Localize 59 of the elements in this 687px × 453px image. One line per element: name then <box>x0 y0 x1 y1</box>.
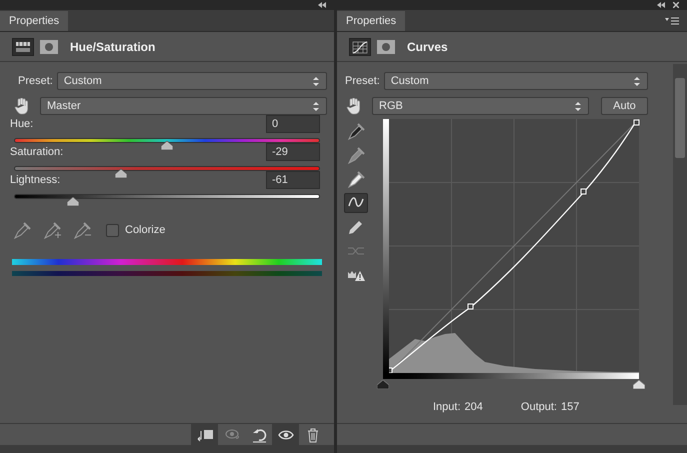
toolbar-button[interactable] <box>191 424 218 445</box>
input-slider-thumb[interactable] <box>377 380 389 389</box>
value-field[interactable]: -29 <box>266 143 320 161</box>
dropdown-value: RGB <box>379 98 403 114</box>
input-slider-thumb[interactable] <box>633 380 645 389</box>
slider-label: Lightness: <box>10 172 60 188</box>
input-label: Input: <box>433 400 461 415</box>
adjustment-title: Hue/Saturation <box>70 38 156 56</box>
auto-button[interactable]: Auto <box>601 97 648 115</box>
eyedropper-plus-icon[interactable] <box>43 221 61 239</box>
collapse-icon[interactable] <box>318 2 326 8</box>
dropdown-value: Custom <box>64 74 102 89</box>
adjustment-title: Curves <box>407 38 448 56</box>
value-field[interactable]: -61 <box>266 171 320 189</box>
hand-icon[interactable] <box>13 98 30 114</box>
eyedropper-minus-icon[interactable] <box>73 221 91 239</box>
curves-icon[interactable] <box>349 38 371 56</box>
mask-icon[interactable] <box>40 40 58 54</box>
value-field[interactable]: 0 <box>266 115 320 133</box>
slider-thumb[interactable] <box>115 169 128 178</box>
preset-label: Preset: <box>345 74 380 89</box>
close-icon[interactable] <box>673 2 679 8</box>
toolbar-button[interactable] <box>272 424 299 445</box>
eyedropper-icon <box>347 146 365 164</box>
slider-label: Saturation: <box>10 144 64 160</box>
dropdown-value: Custom <box>390 74 429 89</box>
hue-saturation-icon[interactable] <box>12 38 34 56</box>
dropdown-value: Master <box>47 98 81 114</box>
pencil-icon <box>347 218 365 236</box>
dropdown[interactable]: Master <box>40 97 327 115</box>
slider-label: Hue: <box>10 116 34 132</box>
dropdown[interactable]: RGB <box>372 97 589 115</box>
hand-icon[interactable] <box>345 98 362 114</box>
input-value: 204 <box>464 400 483 415</box>
checkbox[interactable] <box>106 224 119 236</box>
output-value: 157 <box>560 400 580 415</box>
up-down-arrow-icon[interactable] <box>574 100 582 112</box>
tool-button[interactable] <box>344 193 368 213</box>
dropdown[interactable]: Custom <box>384 72 648 90</box>
up-down-arrow-icon[interactable] <box>312 76 320 86</box>
slider-thumb[interactable] <box>66 197 79 206</box>
eyedropper-icon[interactable] <box>13 221 31 239</box>
scrollbar-thumb[interactable] <box>675 78 685 158</box>
collapse-icon[interactable] <box>657 2 665 8</box>
checkbox-label: Colorize <box>125 222 166 238</box>
output-label: Output: <box>520 400 557 415</box>
menu-icon[interactable] <box>665 17 679 25</box>
up-down-arrow-icon[interactable] <box>312 100 320 112</box>
dropdown[interactable]: Custom <box>56 72 327 90</box>
scrollbar[interactable] <box>673 64 687 405</box>
panel-tab[interactable]: Properties <box>337 11 406 31</box>
eyedropper-icon <box>347 170 365 188</box>
eyedropper-icon <box>347 122 365 140</box>
preset-label: Preset: <box>18 74 53 89</box>
mask-icon[interactable] <box>377 40 395 54</box>
up-down-arrow-icon[interactable] <box>633 76 641 86</box>
panel-tab[interactable]: Properties <box>0 11 68 31</box>
reset-icon <box>250 426 266 442</box>
slider-thumb[interactable] <box>161 141 173 150</box>
